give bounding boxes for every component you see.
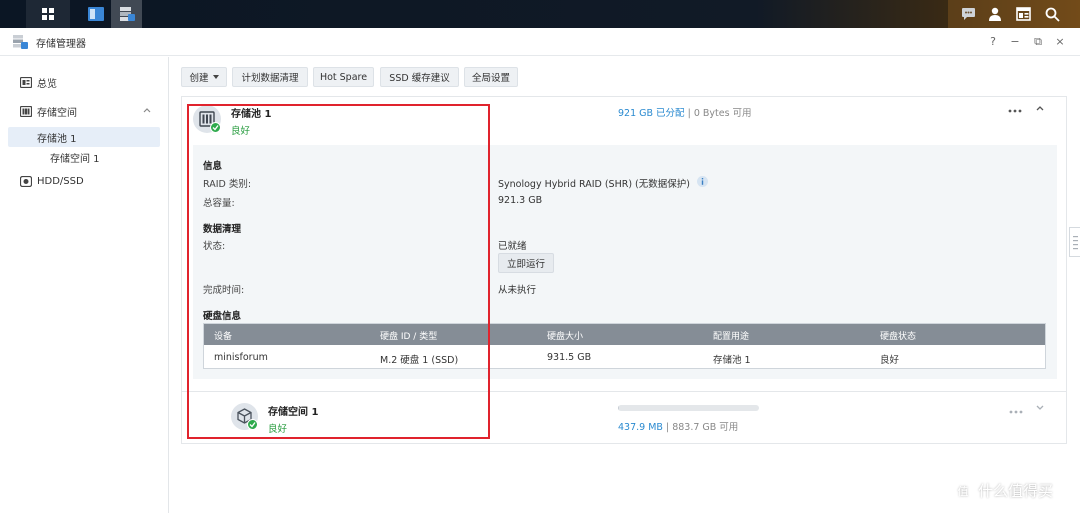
watermark: 值 什么值得买 [953, 480, 1053, 501]
volume-more-button[interactable] [1009, 406, 1023, 417]
window-titlebar: 存储管理器 ? − ⧉ × [0, 28, 1080, 56]
volume-usage-summary: 437.9 MB | 883.7 GB 可用 [618, 419, 738, 433]
sidebar-item-storage-pool-1[interactable]: 存储池 1 [8, 127, 160, 147]
sidebar-item-label: HDD/SSD [37, 175, 84, 187]
overview-icon [20, 76, 32, 88]
taskbar-tray [948, 0, 1080, 28]
sidebar-item-storage[interactable]: 存储空间 [8, 101, 160, 121]
sidebar-item-label: 总览 [37, 78, 57, 90]
chevron-up-icon[interactable] [143, 108, 151, 113]
grid-icon [42, 8, 54, 20]
pool-separator: | [684, 108, 694, 119]
run-now-button[interactable]: 立即运行 [498, 253, 554, 273]
taskbar-app-storage-manager[interactable] [111, 0, 142, 28]
column-header[interactable]: 配置用途 [713, 329, 749, 342]
highlight-annotation [187, 104, 490, 439]
create-button[interactable]: 创建 [181, 67, 227, 87]
raid-value: Synology Hybrid RAID (SHR) (无数据保护) [498, 179, 690, 190]
sidebar-item-label: 存储空间 [37, 107, 77, 119]
maximize-button[interactable]: ⧉ [1030, 34, 1046, 50]
widgets-icon [1015, 7, 1031, 21]
sidebar-item-label: 存储池 1 [37, 133, 77, 145]
more-icon [1009, 410, 1023, 414]
watermark-text: 什么值得买 [978, 482, 1054, 500]
sidebar-item-overview[interactable]: 总览 [8, 72, 160, 92]
column-header[interactable]: 硬盘状态 [880, 329, 916, 342]
info-icon[interactable] [697, 176, 708, 187]
side-panel-handle[interactable] [1069, 227, 1080, 257]
cell-disk-status: 良好 [880, 355, 900, 366]
app-window-icon [88, 7, 104, 21]
collapse-chevron-icon[interactable] [1036, 106, 1044, 111]
pool-allocated: 921 GB 已分配 [618, 108, 685, 119]
minimize-button[interactable]: − [1007, 34, 1023, 50]
sidebar-item-volume-1[interactable]: 存储空间 1 [8, 147, 160, 167]
close-button[interactable]: × [1052, 34, 1068, 50]
volume-usage-bar [618, 405, 759, 411]
pool-available: 0 Bytes 可用 [693, 108, 752, 119]
user-button[interactable] [981, 0, 1009, 28]
taskbar-app-file-station[interactable] [83, 0, 109, 28]
search-icon [1045, 7, 1060, 22]
volume-usage-fill [618, 405, 620, 411]
global-settings-button[interactable]: 全局设置 [464, 67, 518, 87]
chat-icon [961, 8, 975, 20]
main-menu-button[interactable] [26, 0, 70, 28]
window-title: 存储管理器 [36, 39, 86, 50]
pool-more-button[interactable] [1008, 102, 1022, 116]
storage-manager-app-icon [13, 35, 28, 49]
search-button[interactable] [1038, 0, 1066, 28]
notification-button[interactable] [954, 0, 982, 28]
scrub-state-value: 已就绪 [498, 241, 527, 252]
cell-allocation: 存储池 1 [713, 355, 751, 366]
more-icon [1008, 109, 1022, 113]
ssd-cache-advisor-button[interactable]: SSD 缓存建议 [380, 67, 459, 87]
caret-down-icon [212, 75, 219, 79]
storage-icon [20, 105, 32, 117]
schedule-scrub-button[interactable]: 计划数据清理 [232, 67, 308, 87]
capacity-value: 921.3 GB [498, 195, 543, 206]
volume-total: 883.7 GB 可用 [672, 422, 739, 433]
widgets-button[interactable] [1009, 0, 1037, 28]
user-icon [989, 7, 1001, 21]
finish-time-value: 从未执行 [498, 285, 537, 296]
create-label: 创建 [189, 73, 209, 84]
watermark-logo: 值 [953, 480, 973, 501]
help-button[interactable]: ? [985, 34, 1001, 50]
storage-manager-icon [119, 7, 135, 21]
expand-chevron-icon[interactable] [1036, 405, 1044, 410]
sidebar: 总览 存储空间 存储池 1 存储空间 1 HDD/SSD [0, 57, 169, 513]
sidebar-item-hdd-ssd[interactable]: HDD/SSD [8, 171, 160, 191]
hot-spare-button[interactable]: Hot Spare [313, 67, 374, 87]
pool-usage-summary: 921 GB 已分配 | 0 Bytes 可用 [618, 105, 752, 119]
taskbar [0, 0, 1080, 28]
volume-used: 437.9 MB [618, 422, 663, 433]
hdd-icon [20, 175, 32, 187]
sidebar-item-label: 存储空间 1 [50, 153, 100, 165]
cell-disk-size: 931.5 GB [547, 352, 592, 363]
handle-grip-icon [1073, 236, 1078, 250]
column-header[interactable]: 硬盘大小 [547, 329, 583, 342]
volume-separator: | [662, 422, 673, 433]
